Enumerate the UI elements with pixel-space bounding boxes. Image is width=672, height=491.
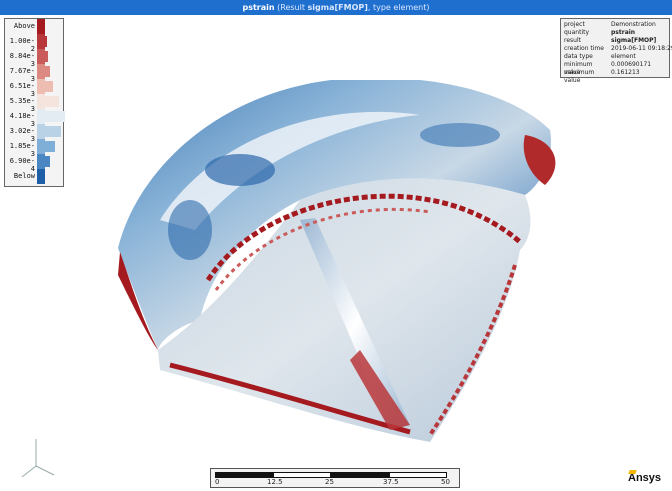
- legend-histogram-bar: [45, 141, 55, 152]
- ansys-logo: Ansys: [628, 472, 661, 484]
- legend-label: Below: [13, 172, 35, 180]
- legend-swatch: [37, 94, 45, 109]
- legend-histogram-bar: [45, 96, 59, 107]
- legend-swatch: [37, 154, 45, 169]
- legend-row: 6.51e-3: [5, 79, 63, 98]
- info-value: 2019-06-11 09:18:29: [611, 45, 672, 52]
- legend-histogram-bar: [45, 81, 53, 92]
- logo-text: Ansys: [628, 472, 662, 484]
- legend-histogram-bar: [45, 126, 61, 137]
- window-titlebar: pstrain (Result sigma[FMOP], type elemen…: [0, 0, 672, 15]
- legend-histogram-bar: [45, 36, 47, 47]
- legend-swatch: [37, 19, 45, 34]
- legend-swatch: [37, 139, 45, 154]
- title-result-suffix: , type element): [367, 3, 430, 12]
- legend-swatch: [37, 64, 45, 79]
- info-value: element: [611, 53, 636, 60]
- legend-swatch: [37, 34, 45, 49]
- legend-label: Above: [13, 22, 35, 30]
- legend-row: 3.02e-3: [5, 124, 63, 143]
- legend-swatch: [37, 169, 45, 184]
- scale-tick-label: 12.5: [267, 478, 283, 486]
- legend-row: Above: [5, 19, 63, 34]
- scale-tick-label: 50: [441, 478, 450, 486]
- info-key: quantity: [564, 29, 590, 36]
- title-result-name: sigma[FMOP]: [307, 3, 368, 12]
- info-value: Demonstration: [611, 21, 656, 28]
- low-strain-patch: [205, 154, 275, 186]
- info-value: 0.000690171: [611, 61, 652, 68]
- legend-histogram-bar: [45, 66, 50, 77]
- legend-row: Below: [5, 169, 63, 184]
- scale-segment: [215, 472, 273, 478]
- legend-row: 1.85e-3: [5, 139, 63, 158]
- legend-row: 1.00e-2: [5, 34, 63, 53]
- info-value: 0.161213: [611, 69, 640, 76]
- info-key: result: [564, 37, 581, 44]
- title-quantity: pstrain: [242, 3, 275, 12]
- info-panel: project Demonstration quantity pstrain resul…: [560, 18, 672, 84]
- legend-histogram-bar: [45, 156, 50, 167]
- legend-swatch: [37, 79, 45, 94]
- low-strain-patch-2: [420, 123, 500, 147]
- scale-tick-label: 0: [215, 478, 220, 486]
- info-key: project: [564, 21, 585, 28]
- legend-histogram-bar: [45, 111, 65, 122]
- legend-row: 7.67e-3: [5, 64, 63, 83]
- contour-model[interactable]: [100, 80, 580, 460]
- legend-histogram-bar: [45, 51, 48, 62]
- info-value: pstrain: [611, 29, 636, 36]
- legend-row: 5.35e-3: [5, 94, 63, 113]
- legend-row: 4.18e-3: [5, 109, 65, 128]
- info-key: creation time: [564, 45, 604, 52]
- axis-triad: [21, 439, 55, 478]
- scale-tick-label: 37.5: [383, 478, 399, 486]
- scale-bar: 0 12.5 25 37.5 50: [210, 468, 460, 488]
- color-legend: Above 1.00e-2 8.84e-3 7.67e-3 6.51e-3 5.35e-3…: [4, 18, 65, 187]
- legend-row: 8.84e-3: [5, 49, 63, 68]
- legend-row: 6.90e-4: [5, 154, 63, 173]
- legend-swatch: [37, 109, 45, 124]
- scale-segment: [331, 472, 389, 478]
- legend-swatch: [37, 49, 45, 64]
- info-value: sigma[FMOP]: [611, 37, 657, 44]
- scale-tick-label: 25: [325, 478, 334, 486]
- title-result-prefix: (Result: [277, 3, 308, 12]
- info-key: maximum value: [564, 69, 595, 84]
- legend-swatch: [37, 124, 45, 139]
- low-strain-patch-3: [168, 200, 212, 260]
- info-key: data type: [564, 53, 593, 60]
